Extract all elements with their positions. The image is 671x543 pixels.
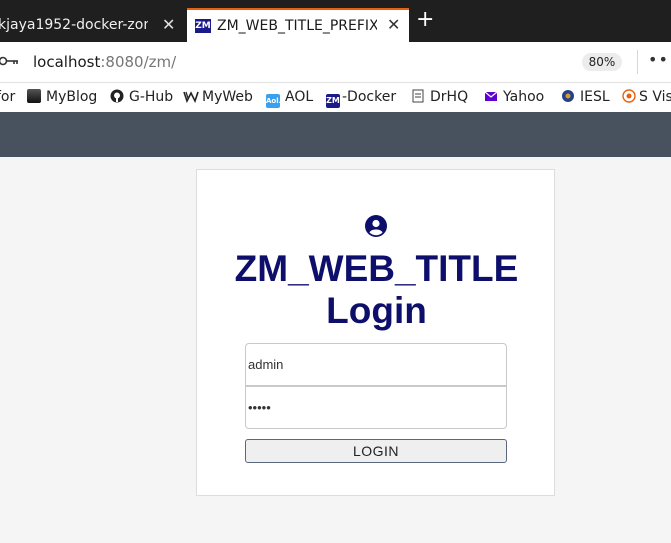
- aol-icon: Aol.: [266, 94, 281, 108]
- bookmarks-toolbar: for MyBlog G-Hub MyWeb Aol. AOL ZM-Docker…: [0, 83, 671, 112]
- bookmark-myweb[interactable]: MyWeb: [183, 88, 253, 106]
- bookmark-label: AOL: [285, 89, 314, 105]
- bookmark-g-hub[interactable]: G-Hub: [110, 88, 173, 106]
- tab-zm-web-title[interactable]: ZM ZM_WEB_TITLE_PREFIX ✕: [187, 8, 409, 42]
- github-icon: [110, 89, 124, 103]
- bookmark-label: DrHQ: [430, 89, 469, 105]
- bookmark-label: Yahoo: [503, 89, 545, 105]
- bookmark-aol[interactable]: Aol. AOL: [266, 88, 314, 108]
- bookmark-label: -Docker: [342, 89, 397, 105]
- tab-label: ZM_WEB_TITLE_PREFIX: [217, 18, 377, 34]
- tab-docker-zoneminder[interactable]: kjaya1952-docker-zoneminder ✕: [0, 10, 186, 42]
- envelope-icon: [484, 89, 498, 103]
- bookmark-label: IESL: [580, 89, 610, 105]
- title-line-app: ZM_WEB_TITLE: [234, 248, 519, 289]
- url-host: localhost: [33, 53, 101, 71]
- app-header-band: [0, 112, 671, 157]
- user-circle-icon: [365, 215, 387, 237]
- bookmark-label: MyBlog: [46, 89, 98, 105]
- page-title: ZM_WEB_TITLE Login: [197, 248, 556, 332]
- address-bar[interactable]: localhost:8080/zm/: [33, 53, 176, 71]
- bookmark-label: S Vis: [639, 89, 671, 105]
- bookmark-myblog[interactable]: MyBlog: [27, 88, 97, 106]
- navigation-bar: localhost:8080/zm/ 80% •••: [0, 42, 671, 83]
- landscape-thumbnail-icon: [27, 89, 41, 103]
- title-line-login: Login: [326, 290, 427, 331]
- document-icon: [411, 89, 425, 103]
- zm-icon: ZM: [326, 94, 340, 108]
- bookmark-label: for: [0, 89, 16, 105]
- tab-strip: kjaya1952-docker-zoneminder ✕ ZM ZM_WEB_…: [0, 0, 671, 42]
- bookmark-yahoo[interactable]: Yahoo: [484, 88, 544, 106]
- bookmark-docker[interactable]: ZM -Docker: [326, 88, 397, 108]
- new-tab-button[interactable]: +: [416, 9, 434, 31]
- iesl-icon: [561, 89, 575, 103]
- password-field[interactable]: [245, 386, 507, 429]
- bookmark-iesl[interactable]: IESL: [561, 88, 610, 106]
- tab-label: kjaya1952-docker-zoneminder: [0, 17, 148, 33]
- bookmark-for[interactable]: for: [0, 88, 15, 106]
- close-icon[interactable]: ✕: [162, 15, 175, 34]
- bookmark-label: G-Hub: [129, 89, 174, 105]
- page-actions-menu-icon[interactable]: •••: [648, 50, 671, 69]
- key-icon[interactable]: [0, 55, 20, 71]
- bookmark-label: MyWeb: [202, 89, 253, 105]
- username-field[interactable]: [245, 343, 507, 386]
- bookmark-s-vis[interactable]: S Vis: [622, 88, 671, 106]
- wix-icon: [183, 89, 199, 104]
- bookmark-drhq[interactable]: DrHQ: [411, 88, 468, 106]
- zoom-level-badge[interactable]: 80%: [582, 53, 622, 71]
- login-button[interactable]: LOGIN: [245, 439, 507, 463]
- zm-favicon-icon: ZM: [195, 19, 211, 33]
- url-path: :8080/zm/: [100, 53, 177, 71]
- close-icon[interactable]: ✕: [387, 15, 400, 34]
- login-card: ZM_WEB_TITLE Login LOGIN: [196, 169, 555, 496]
- sun-icon: [622, 89, 636, 103]
- divider: [637, 50, 638, 74]
